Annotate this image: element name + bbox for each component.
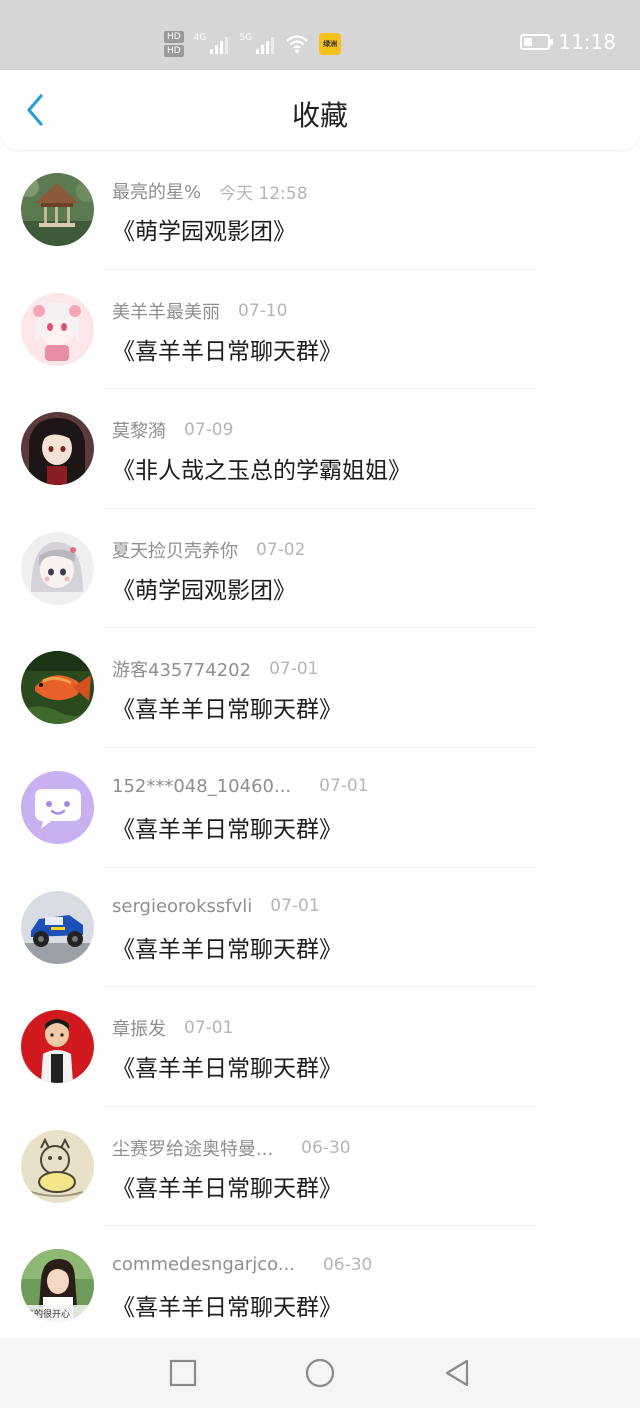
home-button[interactable]	[303, 1356, 337, 1390]
signal-strength-icon	[210, 37, 229, 54]
hd-indicators: HD HD	[164, 31, 184, 57]
recent-apps-button[interactable]	[166, 1356, 200, 1390]
avatar[interactable]	[21, 770, 94, 844]
header: 收藏	[0, 70, 640, 150]
list-item[interactable]: 莫黎漪 07-09 《非人哉之玉总的学霸姐姐》	[0, 389, 640, 509]
sender-name: 尘赛罗给途奥特曼...	[112, 1138, 274, 1160]
item-meta: sergieorokssfvli 07-01	[112, 896, 320, 917]
sender-name: sergieorokssfvli	[112, 895, 253, 917]
status-icons-right: 11:18	[520, 30, 616, 54]
item-time: 07-01	[319, 776, 369, 797]
sender-name: 最亮的星%	[112, 182, 202, 203]
list-item[interactable]: 游客435774202 07-01 《喜羊羊日常聊天群》	[0, 628, 640, 748]
sender-name: 美羊羊最美丽	[112, 301, 220, 323]
avatar[interactable]	[21, 531, 94, 605]
avatar[interactable]	[21, 412, 94, 486]
app-badge-label: 绿洲	[323, 40, 338, 48]
sender-name: 夏天捡贝壳养你	[112, 540, 238, 562]
hd-badge-bottom: HD	[164, 45, 184, 57]
list-item[interactable]: sergieorokssfvli 07-01 《喜羊羊日常聊天群》	[0, 868, 640, 988]
avatar[interactable]	[21, 1010, 94, 1084]
wifi-icon	[286, 35, 308, 53]
battery-level	[524, 38, 533, 46]
item-meta: 夏天捡贝壳养你 07-02	[112, 537, 305, 563]
item-meta: 美羊羊最美丽 07-10	[112, 298, 287, 324]
status-clock: 11:18	[558, 30, 616, 54]
item-message: 《喜羊羊日常聊天群》	[112, 936, 342, 963]
item-message: 《喜羊羊日常聊天群》	[112, 338, 342, 365]
hd-badge-top: HD	[164, 31, 184, 43]
triangle-back-icon	[445, 1359, 469, 1387]
page-title: 收藏	[291, 99, 348, 132]
list-item[interactable]: 真的很开心 commedesngarjco... 06-30 《喜羊羊日常聊天群…	[0, 1226, 640, 1346]
avatar[interactable]: 真的很开心	[21, 1249, 94, 1323]
list-item[interactable]: 尘赛罗给途奥特曼... 06-30 《喜羊羊日常聊天群》	[0, 1107, 640, 1227]
avatar[interactable]	[21, 651, 94, 725]
item-message: 《喜羊羊日常聊天群》	[112, 1056, 342, 1083]
avatar[interactable]	[21, 173, 94, 246]
item-meta: 最亮的星% 今天 12:58	[112, 178, 308, 204]
list-item[interactable]: 章振发 07-01 《喜羊羊日常聊天群》	[0, 987, 640, 1107]
item-meta: 章振发 07-01	[112, 1015, 233, 1041]
avatar[interactable]	[21, 292, 94, 366]
status-bar: HD HD 4G 5G 绿洲 11:18	[0, 0, 640, 70]
list-item[interactable]: 最亮的星% 今天 12:58 《萌学园观影团》	[0, 150, 640, 270]
list-item[interactable]: 美羊羊最美丽 07-10 《喜羊羊日常聊天群》	[0, 270, 640, 390]
item-message: 《喜羊羊日常聊天群》	[112, 697, 342, 724]
list-item[interactable]: 夏天捡贝壳养你 07-02 《萌学园观影团》	[0, 509, 640, 629]
item-meta: 152***048_10460... 07-01	[112, 776, 369, 797]
item-message: 《喜羊羊日常聊天群》	[112, 816, 342, 843]
item-meta: 尘赛罗给途奥特曼... 06-30	[112, 1135, 351, 1161]
sender-name: 莫黎漪	[112, 421, 166, 443]
item-message: 《喜羊羊日常聊天群》	[112, 1295, 342, 1322]
item-time: 07-10	[238, 300, 288, 321]
status-icons-left: HD HD 4G 5G 绿洲	[164, 24, 342, 64]
item-message: 《萌学园观影团》	[112, 577, 296, 604]
sender-name: commedesngarjco...	[112, 1254, 295, 1276]
item-time: 07-02	[256, 539, 306, 560]
sender-name: 游客435774202	[112, 660, 252, 682]
signal-group-1: 4G	[194, 33, 230, 55]
item-meta: commedesngarjco... 06-30	[112, 1254, 372, 1275]
back-nav-button[interactable]	[440, 1356, 474, 1390]
app-notification-icon: 绿洲	[319, 33, 342, 55]
item-message: 《喜羊羊日常聊天群》	[112, 1175, 342, 1202]
circle-icon	[305, 1358, 335, 1388]
favorites-list: 最亮的星% 今天 12:58 《萌学园观影团》 美羊羊最美丽 07-10 《喜羊…	[0, 150, 640, 1346]
network-label-2: 5G	[239, 33, 253, 43]
item-time: 07-01	[270, 896, 320, 917]
item-time: 今天 12:58	[219, 183, 308, 204]
item-meta: 莫黎漪 07-09	[112, 417, 233, 443]
item-time: 07-09	[184, 420, 234, 441]
signal-strength-icon	[256, 37, 275, 54]
item-message: 《非人哉之玉总的学霸姐姐》	[112, 458, 411, 485]
square-icon	[169, 1359, 197, 1387]
sender-name: 章振发	[112, 1019, 166, 1041]
avatar[interactable]	[21, 890, 94, 964]
list-item[interactable]: 152***048_10460... 07-01 《喜羊羊日常聊天群》	[0, 748, 640, 868]
item-time: 06-30	[322, 1254, 373, 1275]
battery-icon	[520, 34, 554, 50]
sender-name: 152***048_10460...	[112, 775, 292, 797]
item-message: 《萌学园观影团》	[112, 219, 296, 245]
system-nav-bar	[0, 1338, 640, 1408]
item-time: 06-30	[301, 1137, 351, 1158]
item-meta: 游客435774202 07-01	[112, 656, 318, 682]
avatar-caption: 真的很开心	[25, 1308, 70, 1320]
item-time: 07-01	[184, 1018, 234, 1039]
avatar[interactable]	[21, 1129, 94, 1203]
signal-group-2: 5G	[239, 33, 275, 55]
network-label-1: 4G	[193, 33, 207, 43]
item-time: 07-01	[269, 659, 319, 680]
